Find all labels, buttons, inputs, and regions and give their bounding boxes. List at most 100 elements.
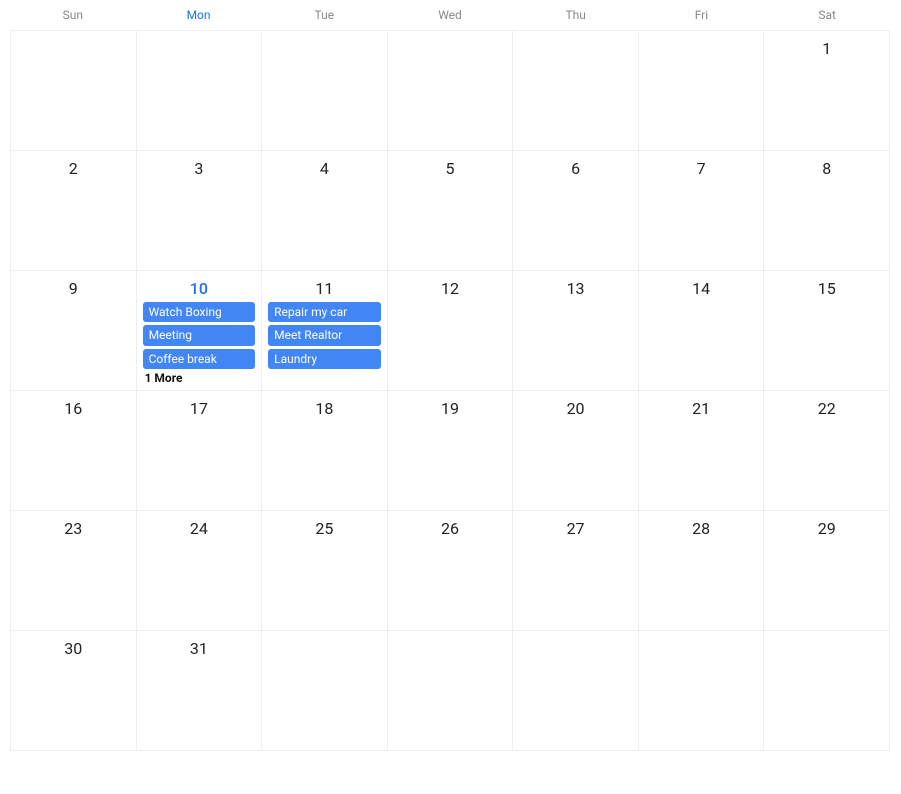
day-cell[interactable]: 8: [764, 151, 890, 271]
calendar-grid: 12345678910Watch BoxingMeetingCoffee bre…: [10, 30, 890, 751]
event-chip[interactable]: Meeting: [143, 325, 256, 345]
day-number: 29: [770, 515, 883, 540]
day-cell[interactable]: 7: [639, 151, 765, 271]
day-cell[interactable]: 1: [764, 31, 890, 151]
day-number: 21: [645, 395, 758, 420]
day-cell[interactable]: 10Watch Boxing Meeting Coffee break1 More: [137, 271, 263, 391]
event-chip[interactable]: Laundry: [268, 349, 381, 369]
day-cell[interactable]: 18: [262, 391, 388, 511]
day-cell[interactable]: 26: [388, 511, 514, 631]
day-number: 11: [268, 275, 381, 300]
day-number: 30: [17, 635, 130, 660]
day-cell[interactable]: 2: [11, 151, 137, 271]
day-number: 26: [394, 515, 507, 540]
day-cell[interactable]: 5: [388, 151, 514, 271]
day-cell[interactable]: 12: [388, 271, 514, 391]
day-cell[interactable]: 3: [137, 151, 263, 271]
day-number: 27: [519, 515, 632, 540]
day-cell[interactable]: 13: [513, 271, 639, 391]
day-number: 6: [519, 155, 632, 180]
day-number: 24: [143, 515, 256, 540]
day-cell[interactable]: [639, 31, 765, 151]
day-number: 8: [770, 155, 883, 180]
day-cell[interactable]: 21: [639, 391, 765, 511]
day-cell[interactable]: [388, 31, 514, 151]
day-number: 4: [268, 155, 381, 180]
day-number: 20: [519, 395, 632, 420]
events-list: Repair my car Meet Realtor Laundry: [268, 302, 381, 369]
weekday-header: Sat: [764, 8, 890, 22]
day-cell[interactable]: [137, 31, 263, 151]
day-cell[interactable]: [11, 31, 137, 151]
day-number: 9: [17, 275, 130, 300]
day-number: 1: [770, 35, 883, 60]
day-cell[interactable]: [513, 31, 639, 151]
day-cell[interactable]: 22: [764, 391, 890, 511]
day-number: 15: [770, 275, 883, 300]
day-number: [17, 35, 130, 41]
day-cell[interactable]: 25: [262, 511, 388, 631]
day-cell[interactable]: [513, 631, 639, 751]
day-number: [770, 635, 883, 641]
day-cell[interactable]: [262, 631, 388, 751]
day-cell[interactable]: 16: [11, 391, 137, 511]
weekday-header: Sun: [10, 8, 136, 22]
day-cell[interactable]: [639, 631, 765, 751]
day-cell[interactable]: 4: [262, 151, 388, 271]
more-events-link[interactable]: 1 More: [143, 369, 256, 385]
events-list: Watch Boxing Meeting Coffee break: [143, 302, 256, 369]
calendar: Sun Mon Tue Wed Thu Fri Sat 12345678910W…: [10, 0, 890, 751]
event-chip[interactable]: Watch Boxing: [143, 302, 256, 322]
day-cell[interactable]: 20: [513, 391, 639, 511]
weekday-header: Fri: [639, 8, 765, 22]
day-number: [645, 635, 758, 641]
day-number: 16: [17, 395, 130, 420]
weekday-header: Thu: [513, 8, 639, 22]
day-cell[interactable]: 15: [764, 271, 890, 391]
day-number: 18: [268, 395, 381, 420]
day-number: [268, 635, 381, 641]
day-cell[interactable]: 27: [513, 511, 639, 631]
day-number: 3: [143, 155, 256, 180]
day-cell[interactable]: 31: [137, 631, 263, 751]
event-chip[interactable]: Coffee break: [143, 349, 256, 369]
day-number: 23: [17, 515, 130, 540]
day-cell[interactable]: 17: [137, 391, 263, 511]
day-number: [519, 635, 632, 641]
day-cell[interactable]: 28: [639, 511, 765, 631]
day-cell[interactable]: 30: [11, 631, 137, 751]
day-number: 28: [645, 515, 758, 540]
day-number: 13: [519, 275, 632, 300]
day-number: 17: [143, 395, 256, 420]
day-cell[interactable]: 23: [11, 511, 137, 631]
day-cell[interactable]: 19: [388, 391, 514, 511]
day-number: [519, 35, 632, 41]
day-cell[interactable]: [388, 631, 514, 751]
day-number: 19: [394, 395, 507, 420]
event-chip[interactable]: Repair my car: [268, 302, 381, 322]
day-number: 5: [394, 155, 507, 180]
day-number: [394, 35, 507, 41]
day-number: 12: [394, 275, 507, 300]
day-number: 14: [645, 275, 758, 300]
day-number: 2: [17, 155, 130, 180]
weekday-header: Mon: [136, 8, 262, 22]
day-cell[interactable]: 24: [137, 511, 263, 631]
day-cell[interactable]: [262, 31, 388, 151]
day-cell[interactable]: 11Repair my car Meet Realtor Laundry: [262, 271, 388, 391]
day-number: 22: [770, 395, 883, 420]
weekday-header: Tue: [261, 8, 387, 22]
day-number: [645, 35, 758, 41]
day-cell[interactable]: 9: [11, 271, 137, 391]
day-number: 31: [143, 635, 256, 660]
weekday-header-row: Sun Mon Tue Wed Thu Fri Sat: [10, 0, 890, 30]
day-cell[interactable]: 6: [513, 151, 639, 271]
day-number-today: 10: [143, 275, 256, 300]
event-chip[interactable]: Meet Realtor: [268, 325, 381, 345]
day-cell[interactable]: 29: [764, 511, 890, 631]
weekday-header: Wed: [387, 8, 513, 22]
day-number: [394, 635, 507, 641]
day-cell[interactable]: [764, 631, 890, 751]
day-cell[interactable]: 14: [639, 271, 765, 391]
day-number: [143, 35, 256, 41]
